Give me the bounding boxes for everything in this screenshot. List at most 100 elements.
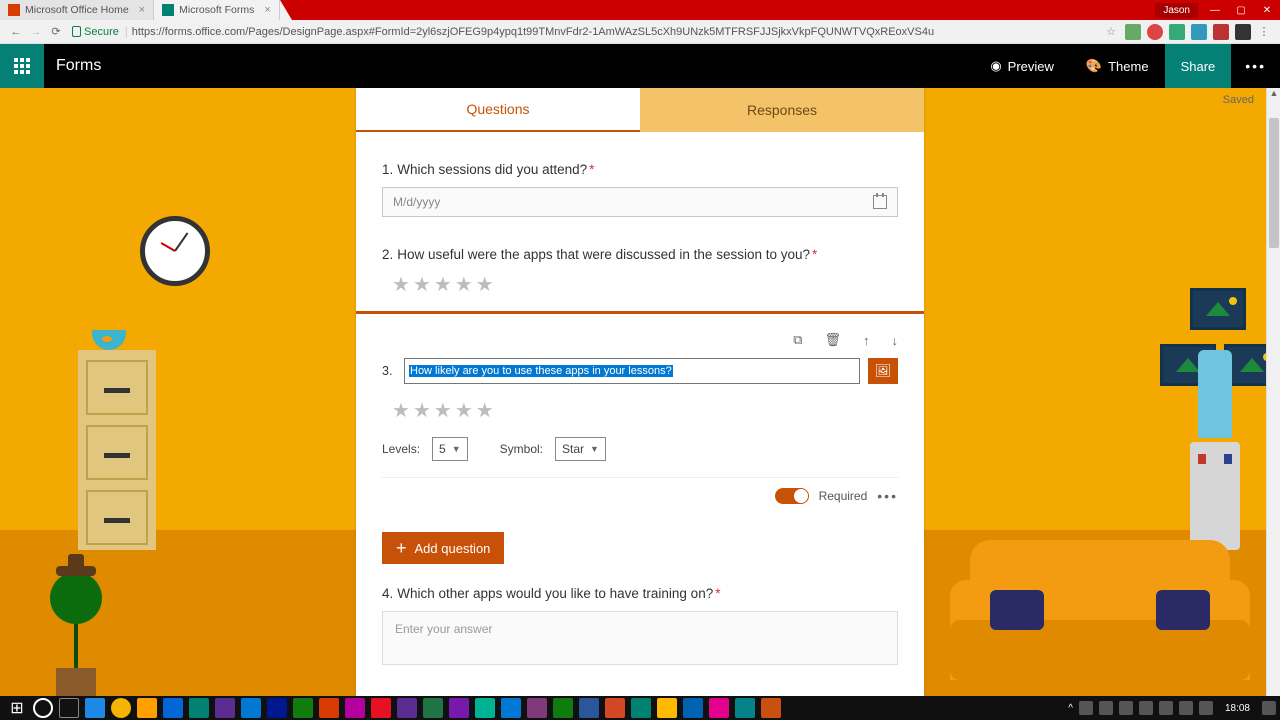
question-text-input[interactable]: How likely are you to use these apps in … — [404, 358, 860, 384]
star-icon[interactable]: ★ — [476, 398, 494, 423]
task-view-button[interactable] — [59, 698, 79, 718]
taskbar-app-icon[interactable] — [553, 698, 573, 718]
window-maximize-button[interactable]: ▢ — [1228, 0, 1254, 20]
star-icon[interactable]: ★ — [413, 398, 431, 423]
chevron-down-icon: ▼ — [590, 444, 599, 454]
theme-label: Theme — [1108, 59, 1148, 74]
star-icon[interactable]: ★ — [392, 398, 410, 423]
date-input[interactable]: M/d/yyyy — [382, 187, 898, 217]
text-answer-input[interactable]: Enter your answer — [382, 611, 898, 665]
extension-icon[interactable] — [1191, 24, 1207, 40]
star-icon[interactable]: ★ — [455, 398, 473, 423]
tray-icon[interactable] — [1099, 701, 1113, 715]
start-button[interactable]: ⊞ — [7, 698, 27, 718]
preview-button[interactable]: ◉ Preview — [974, 44, 1070, 88]
taskbar-app-icon[interactable] — [709, 698, 729, 718]
taskbar-app-icon[interactable] — [579, 698, 599, 718]
tray-expand-icon[interactable]: ^ — [1068, 703, 1073, 714]
theme-button[interactable]: 🎨 Theme — [1070, 44, 1165, 88]
required-toggle[interactable] — [775, 488, 809, 504]
tray-wifi-icon[interactable] — [1159, 701, 1173, 715]
taskbar-app-icon[interactable] — [345, 698, 365, 718]
taskbar-app-icon[interactable] — [761, 698, 781, 718]
extension-icon[interactable] — [1213, 24, 1229, 40]
extension-icon[interactable] — [1235, 24, 1251, 40]
window-minimize-button[interactable]: — — [1202, 0, 1228, 20]
tray-battery-icon[interactable] — [1199, 701, 1213, 715]
symbol-dropdown[interactable]: Star ▼ — [555, 437, 606, 461]
insert-media-button[interactable]: 🖼 — [868, 358, 898, 384]
url-text[interactable]: https://forms.office.com/Pages/DesignPag… — [132, 26, 1100, 38]
star-icon[interactable]: ★ — [476, 272, 494, 297]
star-icon[interactable]: ★ — [392, 272, 410, 297]
chrome-menu-button[interactable]: ⋮ — [1254, 25, 1274, 38]
star-icon[interactable]: ★ — [413, 272, 431, 297]
window-close-button[interactable]: ✕ — [1254, 0, 1280, 20]
tray-icon[interactable] — [1119, 701, 1133, 715]
rating-stars-preview[interactable]: ★★★★★ — [392, 398, 898, 423]
copy-question-button[interactable]: ⧉ — [793, 332, 802, 348]
taskbar-app-icon[interactable] — [657, 698, 677, 718]
taskbar-app-icon[interactable] — [371, 698, 391, 718]
nav-back-button[interactable]: ← — [6, 26, 26, 38]
taskbar-app-icon[interactable] — [735, 698, 755, 718]
cortana-button[interactable] — [33, 698, 53, 718]
taskbar-app-icon[interactable] — [267, 698, 287, 718]
taskbar-app-icon[interactable] — [527, 698, 547, 718]
secure-indicator[interactable]: Secure — [72, 26, 119, 38]
question-more-button[interactable]: ••• — [877, 488, 898, 504]
taskbar-app-icon[interactable] — [605, 698, 625, 718]
action-center-icon[interactable] — [1262, 701, 1276, 715]
tray-icon[interactable] — [1079, 701, 1093, 715]
browser-tab-forms[interactable]: Microsoft Forms × — [154, 0, 280, 20]
rating-stars[interactable]: ★★★★★ — [392, 272, 898, 297]
taskbar-app-icon[interactable] — [293, 698, 313, 718]
question-1-title[interactable]: 1.Which sessions did you attend?* — [382, 162, 898, 177]
taskbar-app-icon[interactable] — [423, 698, 443, 718]
taskbar-app-icon[interactable] — [449, 698, 469, 718]
taskbar-app-icon[interactable] — [319, 698, 339, 718]
extension-icon[interactable] — [1147, 24, 1163, 40]
vertical-scrollbar[interactable]: ▲ ▼ — [1266, 88, 1280, 720]
taskbar-app-icon[interactable] — [501, 698, 521, 718]
tray-volume-icon[interactable] — [1179, 701, 1193, 715]
scrollbar-thumb[interactable] — [1269, 118, 1279, 248]
star-icon[interactable]: ★ — [434, 272, 452, 297]
browser-tab-office-home[interactable]: Microsoft Office Home × — [0, 0, 154, 20]
extension-icon[interactable] — [1169, 24, 1185, 40]
add-question-button[interactable]: + Add question — [382, 532, 504, 564]
taskbar-app-icon[interactable] — [241, 698, 261, 718]
scroll-up-button[interactable]: ▲ — [1267, 88, 1280, 102]
header-more-button[interactable]: ••• — [1231, 58, 1280, 74]
delete-question-button[interactable]: 🗑 — [824, 332, 841, 348]
bookmark-star-icon[interactable]: ☆ — [1106, 25, 1116, 38]
star-icon[interactable]: ★ — [455, 272, 473, 297]
taskbar-app-icon[interactable] — [189, 698, 209, 718]
taskbar-app-icon[interactable] — [683, 698, 703, 718]
extension-icon[interactable] — [1125, 24, 1141, 40]
star-icon[interactable]: ★ — [434, 398, 452, 423]
taskbar-app-icon[interactable] — [163, 698, 183, 718]
taskbar-app-icon[interactable] — [111, 698, 131, 718]
taskbar-app-icon[interactable] — [137, 698, 157, 718]
move-down-button[interactable]: ↓ — [892, 333, 899, 348]
move-up-button[interactable]: ↑ — [863, 333, 870, 348]
taskbar-app-icon[interactable] — [631, 698, 651, 718]
tab-questions[interactable]: Questions — [356, 88, 640, 132]
tab-close-icon[interactable]: × — [139, 4, 145, 16]
nav-forward-button[interactable]: → — [26, 26, 46, 38]
tab-close-icon[interactable]: × — [264, 4, 270, 16]
tab-responses[interactable]: Responses — [640, 88, 924, 132]
nav-reload-button[interactable]: ⟳ — [46, 25, 66, 38]
question-4-title[interactable]: 4.Which other apps would you like to hav… — [382, 586, 898, 601]
app-launcher-button[interactable] — [0, 44, 44, 88]
taskbar-app-icon[interactable] — [215, 698, 235, 718]
taskbar-clock[interactable]: 18:08 — [1225, 703, 1250, 714]
taskbar-app-icon[interactable] — [397, 698, 417, 718]
taskbar-app-icon[interactable] — [85, 698, 105, 718]
question-2-title[interactable]: 2.How useful were the apps that were dis… — [382, 247, 898, 262]
taskbar-app-icon[interactable] — [475, 698, 495, 718]
share-button[interactable]: Share — [1165, 44, 1232, 88]
tray-icon[interactable] — [1139, 701, 1153, 715]
levels-dropdown[interactable]: 5 ▼ — [432, 437, 468, 461]
